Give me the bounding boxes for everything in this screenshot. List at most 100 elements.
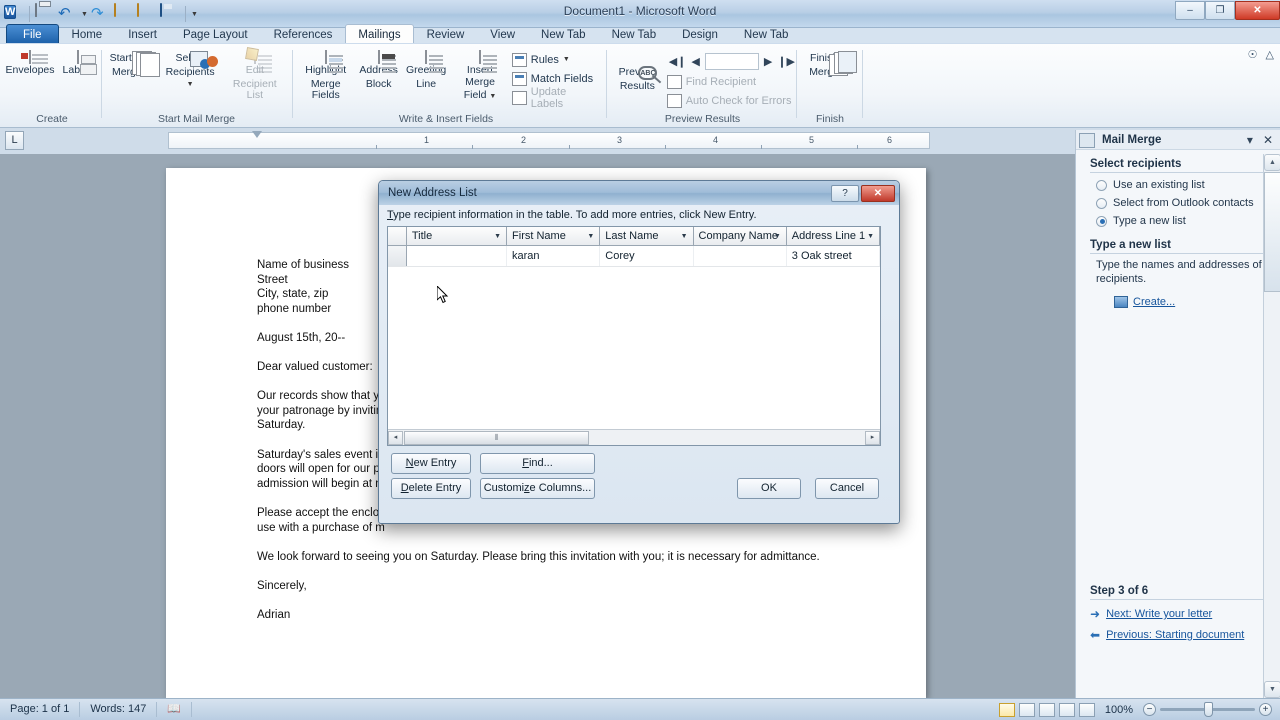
column-dropdown-address-line-1-icon[interactable]: ▼ <box>867 233 874 240</box>
tab-insert[interactable]: Insert <box>115 24 170 44</box>
window-scroll-up-button[interactable]: ▲ <box>1264 154 1280 171</box>
column-header-company-name[interactable]: Company Name ▼ <box>693 227 787 245</box>
create-list-link[interactable]: Create... <box>1133 296 1175 308</box>
web-layout-view-button[interactable] <box>1038 702 1055 717</box>
preview-results-button[interactable]: ABC Preview Results <box>610 48 665 92</box>
print-layout-view-button[interactable] <box>998 702 1015 717</box>
previous-step-link[interactable]: Previous: Starting document <box>1106 629 1244 641</box>
ok-button[interactable]: OK <box>737 478 801 499</box>
next-record-button[interactable]: ▶ <box>764 55 772 68</box>
edit-recipient-list-button[interactable]: Edit Recipient List <box>221 48 289 102</box>
first-record-button[interactable]: ◀❙ <box>669 55 687 68</box>
minimize-ribbon-icon[interactable]: △ <box>1266 48 1274 61</box>
tab-file[interactable]: File <box>6 24 59 44</box>
horizontal-ruler[interactable]: 1 2 3 4 5 6 <box>168 131 930 149</box>
next-step-row[interactable]: ➜ Next: Write your letter <box>1090 607 1271 621</box>
restore-button[interactable]: ❐ <box>1205 1 1235 20</box>
word-count-status[interactable]: Words: 147 <box>80 702 158 717</box>
last-record-button[interactable]: ❙▶ <box>777 55 795 68</box>
tab-page-layout[interactable]: Page Layout <box>170 24 261 44</box>
task-pane-grip-icon[interactable] <box>1079 133 1095 148</box>
zoom-slider[interactable] <box>1160 702 1255 717</box>
minimize-button[interactable]: – <box>1175 1 1205 20</box>
finish-and-merge-button[interactable]: Finish & Merge ▼ <box>800 48 858 79</box>
greeting-line-button[interactable]: Greeting Line <box>402 48 450 90</box>
delete-entry-button[interactable]: Delete Entry <box>391 478 471 499</box>
radio-outlook-contacts[interactable]: Select from Outlook contacts <box>1096 197 1270 209</box>
next-step-link[interactable]: Next: Write your letter <box>1106 608 1212 620</box>
cell-last-name[interactable]: Corey <box>600 246 694 266</box>
outline-view-button[interactable] <box>1058 702 1075 717</box>
horizontal-scroll-thumb[interactable]: ⦀ <box>404 430 589 445</box>
task-pane-close-icon[interactable]: ✕ <box>1260 133 1276 147</box>
envelopes-button[interactable]: Envelopes <box>4 48 56 77</box>
task-pane-dropdown-icon[interactable]: ▾ <box>1244 133 1256 147</box>
cell-address-line-1[interactable]: 3 Oak street <box>787 246 881 266</box>
recipient-table[interactable]: Title ▼ First Name ▼ Last Name ▼ Company… <box>387 226 881 446</box>
table-horizontal-scrollbar[interactable]: ◂ ⦀ ▸ <box>388 429 880 445</box>
column-header-last-name[interactable]: Last Name ▼ <box>600 227 694 245</box>
tab-new-tab-1[interactable]: New Tab <box>528 24 599 44</box>
tab-design[interactable]: Design <box>669 24 731 44</box>
radio-use-existing-list[interactable]: Use an existing list <box>1096 179 1270 191</box>
column-dropdown-company-name-icon[interactable]: ▼ <box>774 233 781 240</box>
column-dropdown-title-icon[interactable]: ▼ <box>494 233 501 240</box>
select-recipients-button[interactable]: Select Recipients ▼ <box>160 48 221 91</box>
tab-new-tab-3[interactable]: New Tab <box>731 24 802 44</box>
new-entry-button[interactable]: New Entry <box>391 453 471 474</box>
radio-button-outlook-contacts[interactable] <box>1096 197 1107 209</box>
row-selector-cell[interactable] <box>388 246 407 266</box>
cell-title[interactable] <box>407 246 508 266</box>
radio-type-new-list[interactable]: Type a new list <box>1096 215 1270 227</box>
cancel-button[interactable]: Cancel <box>815 478 879 499</box>
window-vertical-scrollbar[interactable]: ▲ ▼ <box>1263 154 1280 698</box>
zoom-in-button[interactable]: + <box>1259 703 1272 716</box>
dialog-help-button[interactable]: ? <box>831 184 859 202</box>
previous-record-button[interactable]: ◀ <box>691 55 699 68</box>
zoom-level-label[interactable]: 100% <box>1099 704 1139 716</box>
zoom-out-button[interactable]: − <box>1143 703 1156 716</box>
create-list-link-row[interactable]: Create... <box>1114 296 1270 308</box>
column-header-first-name[interactable]: First Name ▼ <box>507 227 601 245</box>
tab-mailings[interactable]: Mailings <box>345 24 414 44</box>
cell-first-name[interactable]: karan <box>507 246 601 266</box>
table-row[interactable]: karan Corey 3 Oak street <box>388 246 881 267</box>
tab-view[interactable]: View <box>477 24 528 44</box>
column-header-address-line-1[interactable]: Address Line 1 ▼ <box>786 227 881 245</box>
customize-columns-button[interactable]: Customize Columns... <box>480 478 595 499</box>
highlight-merge-fields-button[interactable]: Highlight Merge Fields <box>296 48 355 102</box>
window-scroll-down-button[interactable]: ▼ <box>1264 681 1280 698</box>
close-button[interactable]: ✕ <box>1235 1 1280 20</box>
radio-button-existing-list[interactable] <box>1096 179 1107 191</box>
column-dropdown-first-name-icon[interactable]: ▼ <box>587 233 594 240</box>
column-dropdown-last-name-icon[interactable]: ▼ <box>681 233 688 240</box>
previous-step-row[interactable]: ⬅ Previous: Starting document <box>1090 628 1271 642</box>
help-icon[interactable]: ☉ <box>1248 48 1258 61</box>
rules-button[interactable]: Rules ▼ <box>510 50 596 69</box>
auto-check-errors-button[interactable]: Auto Check for Errors <box>665 91 795 110</box>
window-scroll-thumb[interactable] <box>1264 172 1280 292</box>
find-button[interactable]: Find... <box>480 453 595 474</box>
full-screen-reading-view-button[interactable] <box>1018 702 1035 717</box>
cell-company-name[interactable] <box>694 246 787 266</box>
zoom-slider-thumb[interactable] <box>1204 702 1213 717</box>
scroll-right-button[interactable]: ▸ <box>865 430 880 445</box>
column-header-title[interactable]: Title ▼ <box>406 227 508 245</box>
tab-new-tab-2[interactable]: New Tab <box>599 24 670 44</box>
proofing-errors-icon[interactable]: 📖 <box>157 702 193 717</box>
radio-button-type-new-list[interactable] <box>1096 215 1107 227</box>
page-status[interactable]: Page: 1 of 1 <box>0 702 81 717</box>
draft-view-button[interactable] <box>1078 702 1095 717</box>
start-mail-merge-button[interactable]: Start Mail Merge ▼ <box>104 48 160 79</box>
scroll-left-button[interactable]: ◂ <box>388 430 403 445</box>
indent-marker[interactable] <box>252 131 262 138</box>
find-recipient-button[interactable]: Find Recipient <box>665 72 795 91</box>
dialog-close-button[interactable]: ✕ <box>861 184 895 202</box>
tab-references[interactable]: References <box>261 24 346 44</box>
tab-home[interactable]: Home <box>59 24 116 44</box>
insert-merge-field-button[interactable]: Insert Merge Field ▼ <box>450 48 509 103</box>
tab-review[interactable]: Review <box>414 24 478 44</box>
labels-button[interactable]: Labels <box>56 48 100 77</box>
update-labels-button[interactable]: Update Labels <box>510 86 596 110</box>
address-block-button[interactable]: Address Block <box>355 48 402 90</box>
